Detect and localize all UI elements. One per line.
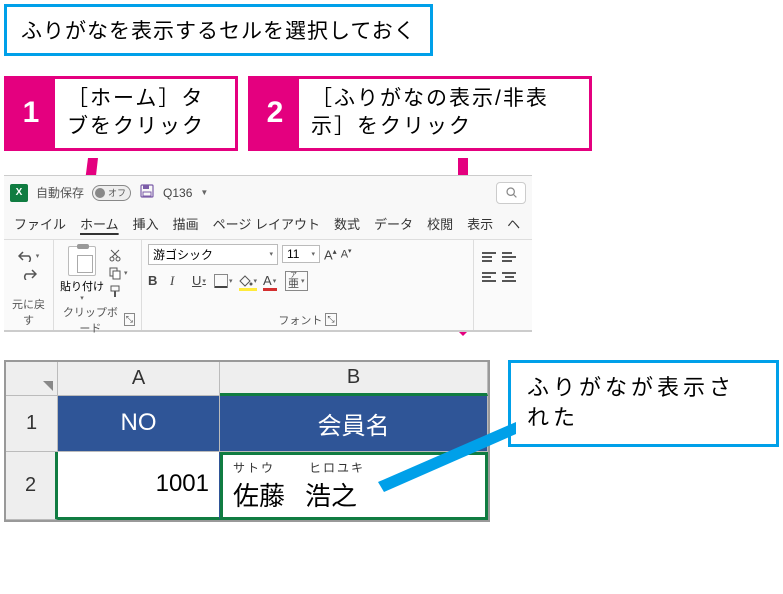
chevron-down-icon: ▾: [254, 277, 258, 285]
dialog-launcher-icon[interactable]: ⤡: [124, 313, 135, 326]
italic-button[interactable]: I: [170, 273, 186, 289]
dialog-launcher-icon[interactable]: ⤡: [325, 313, 336, 326]
column-header-a[interactable]: A: [58, 362, 220, 396]
format-painter-button[interactable]: [108, 284, 128, 298]
instruction-banner: ふりがなを表示するセルを選択しておく: [4, 4, 433, 56]
undo-group-label: 元に戻す: [10, 296, 47, 328]
step-2-callout: 2 ［ふりがなの表示/非表示］をクリック: [248, 76, 592, 151]
result-pointer-line: [378, 418, 518, 498]
chevron-down-icon: ▾: [124, 269, 128, 277]
chevron-down-icon: ▾: [301, 277, 305, 285]
step-1-callout: 1 ［ホーム］タブをクリック: [4, 76, 238, 151]
clipboard-group-label: クリップボード ⤡: [60, 304, 135, 336]
alignment-group-label: [482, 316, 526, 328]
border-icon: [214, 274, 228, 288]
cell-a2[interactable]: 1001: [58, 452, 220, 520]
tab-data[interactable]: データ: [374, 214, 413, 233]
clipboard-group: 貼り付け ▾ ▾ クリップボード: [54, 240, 142, 330]
excel-window: X 自動保存 オフ Q136 ▼ ファイル ホーム 挿入 描画 ページ レイアウ…: [4, 175, 532, 332]
align-middle-button[interactable]: [502, 252, 516, 262]
font-name-select[interactable]: 游ゴシック ▾: [148, 244, 278, 265]
tab-help[interactable]: ヘ: [507, 214, 520, 233]
column-header-b[interactable]: B: [220, 362, 488, 396]
titlebar: X 自動保存 オフ Q136 ▼: [4, 176, 532, 210]
phonetic-guide-button[interactable]: ア亜 ▾: [285, 271, 308, 291]
search-icon: [505, 186, 518, 199]
font-color-button[interactable]: A ▾: [263, 273, 279, 288]
ribbon-tabs: ファイル ホーム 挿入 描画 ページ レイアウト 数式 データ 校閲 表示 ヘ: [4, 210, 532, 239]
tab-page-layout[interactable]: ページ レイアウト: [213, 214, 320, 233]
chevron-down-icon: ▾: [273, 277, 277, 285]
bold-button[interactable]: B: [148, 273, 164, 288]
tab-home[interactable]: ホーム: [80, 214, 119, 233]
border-button[interactable]: ▾: [214, 274, 233, 288]
increase-font-button[interactable]: A▴: [324, 247, 337, 262]
fill-color-button[interactable]: ▾: [239, 274, 258, 288]
redo-button[interactable]: [21, 268, 37, 280]
cut-button[interactable]: [108, 248, 128, 262]
steps-row: 1 ［ホーム］タブをクリック 2 ［ふりがなの表示/非表示］をクリック: [4, 76, 779, 151]
search-button[interactable]: [496, 182, 526, 204]
document-name: Q136: [163, 186, 192, 200]
paste-icon: [68, 246, 96, 276]
instruction-text: ふりがなを表示するセルを選択しておく: [21, 20, 416, 43]
cell-a1[interactable]: NO: [58, 396, 220, 452]
chevron-down-icon: ▾: [80, 294, 84, 302]
tab-file[interactable]: ファイル: [14, 214, 66, 233]
step-1-number: 1: [7, 79, 55, 148]
font-group-label: フォント ⤡: [148, 312, 467, 328]
step-2-text: ［ふりがなの表示/非表示］をクリック: [299, 79, 589, 148]
align-left-button[interactable]: [482, 272, 496, 282]
undo-button[interactable]: ▾: [18, 250, 40, 262]
save-icon[interactable]: [139, 183, 155, 202]
step-1-text: ［ホーム］タブをクリック: [55, 79, 235, 148]
paste-button[interactable]: 貼り付け ▾: [60, 244, 104, 302]
chevron-down-icon: ▾: [229, 277, 233, 285]
tab-formulas[interactable]: 数式: [334, 214, 360, 233]
doc-dropdown-icon[interactable]: ▼: [200, 188, 208, 197]
paste-label: 貼り付け: [60, 278, 104, 294]
result-callout: ふりがなが表示された: [508, 360, 779, 448]
tab-insert[interactable]: 挿入: [133, 214, 159, 233]
step-2-number: 2: [251, 79, 299, 148]
copy-button[interactable]: ▾: [108, 266, 128, 280]
kanji-text: 佐藤 浩之: [233, 476, 357, 513]
undo-group: ▾ 元に戻す: [4, 240, 54, 330]
excel-app-icon: X: [10, 184, 28, 202]
row-header-2[interactable]: 2: [6, 452, 58, 520]
select-all-corner[interactable]: [6, 362, 58, 396]
chevron-down-icon: ▾: [311, 250, 315, 258]
underline-button[interactable]: U▾: [192, 273, 208, 288]
chevron-down-icon: ▾: [36, 252, 40, 260]
chevron-down-icon: ▾: [202, 277, 206, 285]
decrease-font-button[interactable]: A▾: [341, 247, 352, 261]
align-top-button[interactable]: [482, 252, 496, 262]
font-group: 游ゴシック ▾ 11 ▾ A▴ A▾ B I U▾: [142, 240, 474, 330]
autosave-toggle[interactable]: オフ: [92, 185, 131, 201]
tab-draw[interactable]: 描画: [173, 214, 199, 233]
tab-review[interactable]: 校閲: [427, 214, 453, 233]
row-header-1[interactable]: 1: [6, 396, 58, 452]
font-size-select[interactable]: 11 ▾: [282, 245, 320, 263]
alignment-group: [474, 240, 532, 330]
paint-bucket-icon: [239, 274, 253, 288]
furigana-text: サトウ ヒロユキ: [233, 459, 365, 476]
chevron-down-icon: ▾: [269, 250, 273, 258]
autosave-label: 自動保存: [36, 184, 84, 201]
ribbon: ▾ 元に戻す 貼り付け ▾: [4, 239, 532, 331]
align-center-button[interactable]: [502, 272, 516, 282]
result-text: ふりがなが表示された: [527, 375, 735, 431]
tab-view[interactable]: 表示: [467, 214, 493, 233]
